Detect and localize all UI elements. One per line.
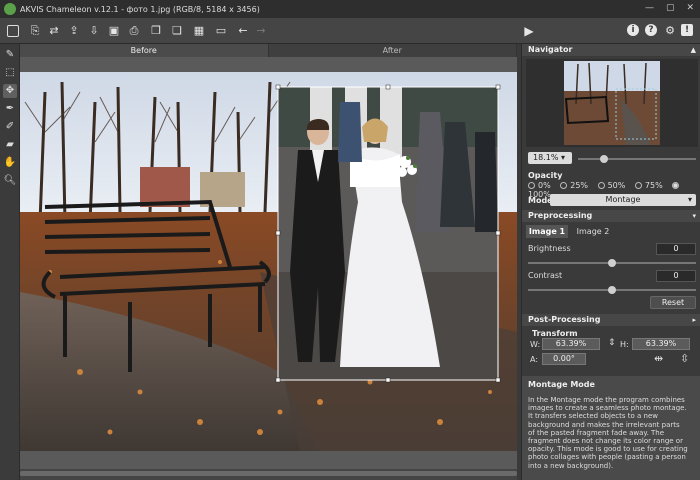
brightness-label: Brightness [528, 244, 571, 253]
feedback-icon[interactable]: ! [681, 24, 695, 38]
title-bar: AKVIS Chameleon v.12.1 - фото 1.jpg (RGB… [0, 0, 700, 18]
mode-label: Mode [528, 196, 553, 205]
mode-dropdown[interactable]: Montage ▾ [550, 194, 696, 206]
navigator-preview[interactable] [526, 59, 698, 147]
play-icon[interactable]: ▶ [522, 24, 536, 38]
opacity-option-75[interactable]: 75% [634, 181, 663, 190]
close-button[interactable]: ✕ [686, 3, 694, 13]
preprocessing-title: Preprocessing [528, 211, 593, 220]
paste-layer-icon[interactable]: ❏ [170, 24, 184, 38]
copy-layer-icon[interactable]: ❐ [149, 24, 163, 38]
minimize-button[interactable]: — [645, 3, 654, 13]
navigator-title: Navigator [528, 45, 573, 54]
height-label: H: [620, 340, 629, 349]
zoom-slider[interactable] [578, 158, 696, 160]
settings-icon[interactable]: ⚙ [663, 24, 677, 38]
flip-horizontal-icon[interactable]: ⇹ [654, 352, 663, 365]
navigator-thumbnail [564, 61, 660, 145]
toolbar: ⎘ ⇄ ⇪ ⇩ ▣ ⎙ ❐ ❏ ▦ ▭ ← → ▶ i ? ⚙ ! [0, 18, 700, 44]
mode-value: Montage [605, 195, 641, 204]
open-file-icon[interactable]: ⎘ [28, 24, 42, 38]
photo-composite [20, 72, 517, 451]
tab-before[interactable]: Before [20, 44, 269, 57]
eraser-icon[interactable]: ▰ [3, 138, 17, 152]
print-icon[interactable]: ⎙ [127, 24, 141, 38]
hand-icon[interactable]: ✋ [3, 156, 17, 170]
preprocessing-header[interactable]: Preprocessing ▾ [522, 210, 700, 222]
contrast-label: Contrast [528, 271, 563, 280]
window-title: AKVIS Chameleon v.12.1 - фото 1.jpg (RGB… [20, 4, 260, 14]
transform-icon[interactable]: ✥ [3, 84, 17, 98]
flip-vertical-icon[interactable]: ⇳ [680, 352, 689, 365]
horizontal-scrollbar[interactable] [20, 469, 517, 480]
postprocessing-header[interactable]: Post-Processing ▸ [522, 314, 700, 326]
width-field[interactable]: 63.39% [542, 338, 600, 350]
redo-icon[interactable]: → [254, 24, 268, 38]
transform-title: Transform [532, 329, 578, 338]
postprocessing-title: Post-Processing [528, 315, 601, 324]
maximize-button[interactable]: ▢ [666, 3, 675, 13]
contrast-value[interactable]: 0 [656, 270, 696, 282]
tab-image-2[interactable]: Image 2 [572, 225, 614, 238]
brightness-slider-knob[interactable] [608, 259, 616, 267]
width-label: W: [530, 340, 541, 349]
tools-panel: ✎ ⬚ ✥ ✒ ✐ ▰ ✋ 🔍︎ [0, 44, 20, 480]
scrollbar-thumb[interactable] [20, 471, 517, 476]
keep-brush-icon[interactable]: ✒ [3, 102, 17, 116]
tab-after[interactable]: After [268, 44, 517, 57]
angle-field[interactable]: 0.00° [542, 353, 586, 365]
zoom-icon[interactable]: 🔍︎ [3, 174, 17, 188]
zoom-dropdown[interactable]: 18.1% ▾ [528, 152, 572, 164]
save-icon[interactable]: ▣ [107, 24, 121, 38]
help-title: Montage Mode [528, 380, 595, 389]
opacity-label: Opacity [528, 171, 563, 180]
navigator-header[interactable]: Navigator ▲ [522, 44, 700, 56]
window-controls: — ▢ ✕ [645, 3, 694, 13]
settings-panel: Navigator ▲ 18.1% ▾ Opacity 0% 25% 50% 7… [521, 44, 700, 480]
export-icon[interactable]: ⇪ [67, 24, 81, 38]
angle-label: A: [530, 355, 539, 364]
image-tabs: Image 1 Image 2 [526, 225, 698, 238]
import-icon[interactable]: ⇩ [87, 24, 101, 38]
app-logo-icon [4, 3, 16, 15]
info-icon[interactable]: i [627, 24, 641, 38]
zoom-value: 18.1% [533, 153, 559, 162]
crop-frame-icon[interactable] [6, 24, 20, 38]
help-panel: Montage Mode In the Montage mode the pro… [522, 376, 700, 480]
brightness-value[interactable]: 0 [656, 243, 696, 255]
ruler-icon[interactable]: ▭ [214, 24, 228, 38]
selection-brush-icon[interactable]: ✎ [3, 48, 17, 62]
view-tabs: Before After [20, 44, 517, 57]
batch-icon[interactable]: ▦ [192, 24, 206, 38]
opacity-option-50[interactable]: 50% [597, 181, 625, 190]
opacity-option-25[interactable]: 25% [560, 181, 588, 190]
help-icon[interactable]: ? [645, 24, 659, 38]
collapse-arrow-icon[interactable]: ▾ [692, 210, 696, 222]
undo-icon[interactable]: ← [236, 24, 250, 38]
image-canvas[interactable] [20, 57, 517, 469]
help-text: In the Montage mode the program combines… [528, 396, 688, 470]
reset-button[interactable]: Reset [650, 296, 696, 309]
height-field[interactable]: 63.39% [632, 338, 690, 350]
marquee-icon[interactable]: ⬚ [3, 66, 17, 80]
photo-illustration [20, 72, 517, 451]
dropdown-arrow-icon: ▾ [687, 195, 692, 204]
expand-arrow-icon[interactable]: ▸ [692, 314, 696, 326]
tab-image-1[interactable]: Image 1 [526, 225, 568, 238]
zoom-slider-knob[interactable] [600, 155, 608, 163]
collapse-arrow-icon[interactable]: ▲ [691, 44, 696, 56]
erase-brush-icon[interactable]: ✐ [3, 120, 17, 134]
contrast-slider-knob[interactable] [608, 286, 616, 294]
opacity-option-0[interactable]: 0% [528, 181, 551, 190]
link-ratio-icon[interactable]: ⇕ [608, 338, 616, 348]
swap-icon[interactable]: ⇄ [47, 24, 61, 38]
